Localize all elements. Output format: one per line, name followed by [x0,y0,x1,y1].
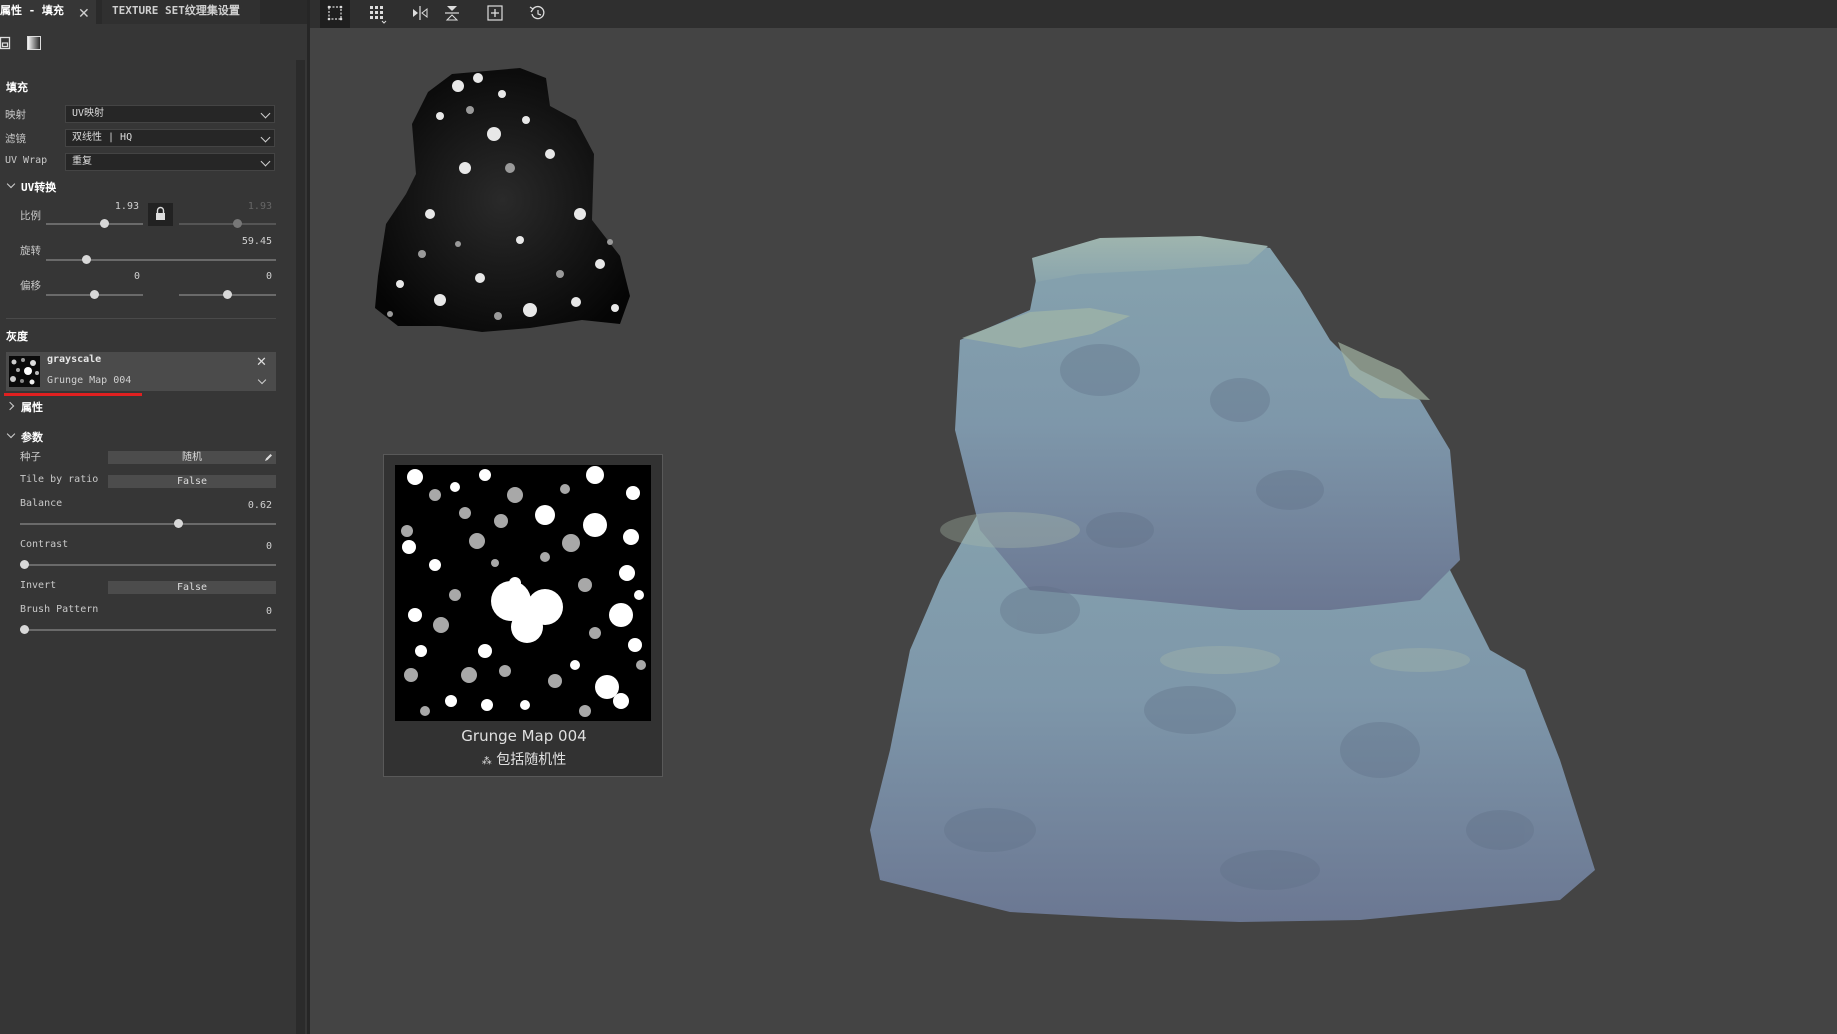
uvwrap-value: 重复 [72,156,92,167]
grunge-map-image [395,465,651,721]
params-section-title: 参数 [21,431,43,444]
select-icon [327,5,343,21]
filter-dropdown[interactable]: 双线性 | HQ [65,129,275,147]
tile-by-ratio-label: Tile by ratio [20,474,99,485]
fill-section-title: 填充 [6,81,28,94]
rotation-slider-handle[interactable] [82,255,91,264]
scale-slider-handle[interactable] [100,219,109,228]
scale-slider-2-track[interactable] [179,223,276,225]
seed-random-button[interactable]: 随机 [108,451,276,464]
offset-label: 偏移 [20,280,41,292]
contrast-label: Contrast [20,539,69,550]
preview-card-subtitle: ⁂ 包括随机性 [384,749,664,769]
close-icon[interactable]: ✕ [256,355,267,370]
balance-value[interactable]: 0.62 [230,500,272,511]
balance-slider-handle[interactable] [174,519,184,528]
brush-pattern-label: Brush Pattern [20,604,99,615]
offset-value-2[interactable]: 0 [242,271,272,282]
chevron-down-icon [260,132,271,143]
pencil-icon[interactable] [264,453,273,462]
grunge-thumbnail [9,356,40,387]
mapping-value: UV映射 [72,108,105,119]
mirror-horizontal-button[interactable] [405,0,435,28]
gradient-icon[interactable] [27,36,41,50]
resource-name: grayscale [47,354,102,365]
seed-label: 种子 [20,451,41,463]
tile-by-ratio-toggle[interactable]: False [108,475,276,488]
tab-texture-set-settings[interactable]: TEXTURE SET纹理集设置 [102,0,260,24]
preview-card-subtitle-text: 包括随机性 [496,752,567,768]
filter-value: 双线性 | HQ [72,132,133,143]
select-button[interactable] [320,0,350,28]
preview-card-title: Grunge Map 004 [461,727,587,745]
grunge-map-texture [395,465,651,721]
uvwrap-dropdown[interactable]: 重复 [65,153,275,171]
mirror-horizontal-icon [413,6,428,20]
chevron-down-icon [260,156,271,167]
rotation-label: 旋转 [20,245,41,257]
properties-panel: 属性 - 填充 ✕ TEXTURE SET纹理集设置 填充 映射 UV映射 滤镜… [0,0,307,1034]
grunge-preview-card: Grunge Map 004 ⁂ 包括随机性 [383,454,663,777]
tab-properties-fill[interactable]: 属性 - 填充 ✕ [0,0,96,24]
offset-slider-handle[interactable] [90,290,99,299]
tab-texture-set-label: TEXTURE SET纹理集设置 [112,4,240,17]
rotation-value[interactable]: 59.45 [222,236,272,247]
chevron-down-icon [260,108,271,119]
offset-value[interactable]: 0 [110,271,140,282]
lock-icon [156,206,165,220]
grid-icon [370,6,387,24]
mirror-vertical-icon [445,6,459,21]
seed-value: 随机 [182,452,202,463]
random-seed-icon: ⁂ [481,756,492,767]
close-icon[interactable]: ✕ [78,3,90,25]
brush-pattern-slider-handle[interactable] [20,625,29,634]
chevron-down-icon[interactable] [6,429,16,439]
add-frame-icon [487,5,503,21]
rotation-slider-track[interactable] [46,259,276,261]
grayscale-section-title: 灰度 [6,330,28,343]
contrast-slider-track[interactable] [20,564,276,566]
panel-divider[interactable] [307,0,310,1034]
contrast-value[interactable]: 0 [240,541,272,552]
viewport-toolbar [310,0,1837,28]
tab-properties-fill-label: 属性 - 填充 [0,4,64,17]
grayscale-resource-slot[interactable]: grayscale Grunge Map 004 ✕ [6,352,276,391]
brush-pattern-value[interactable]: 0 [240,606,272,617]
grid-button[interactable] [362,0,392,28]
highlight-underline [4,393,142,396]
offset-slider-2-handle[interactable] [223,290,232,299]
uv-transform-title: UV转换 [21,181,57,194]
balance-slider-track[interactable] [20,523,276,525]
mirror-vertical-button[interactable] [437,0,467,28]
panel-tab-bar: 属性 - 填充 ✕ TEXTURE SET纹理集设置 [0,0,307,24]
mapping-label: 映射 [5,109,26,121]
panel-scrollbar[interactable] [296,60,305,1034]
invert-toggle[interactable]: False [108,581,276,594]
scale-slider-2-handle[interactable] [233,219,242,228]
material-icon[interactable] [0,36,14,50]
balance-label: Balance [20,498,63,509]
reset-icon [529,5,545,20]
scale-slider-track[interactable] [46,223,143,225]
grayscale-rock-preview [375,68,630,332]
lock-button[interactable] [148,203,173,226]
chevron-down-icon[interactable] [257,375,267,385]
brush-pattern-slider-track[interactable] [20,629,276,631]
chevron-right-icon[interactable] [5,401,15,411]
divider [6,318,276,319]
scale-label: 比例 [20,210,41,222]
scale-value-2[interactable]: 1.93 [228,201,272,212]
properties-label[interactable]: 属性 [21,399,43,415]
chevron-down-icon[interactable] [6,179,16,189]
mapping-dropdown[interactable]: UV映射 [65,105,275,123]
reset-button[interactable] [523,0,553,28]
rock-3d-model [870,236,1595,922]
resource-subtitle: Grunge Map 004 [47,375,132,386]
contrast-slider-handle[interactable] [20,560,29,569]
uvwrap-label: UV Wrap [5,155,48,166]
scale-value[interactable]: 1.93 [95,201,139,212]
invert-label: Invert [20,580,57,591]
filter-label: 滤镜 [5,133,26,145]
add-frame-button[interactable] [480,0,510,28]
